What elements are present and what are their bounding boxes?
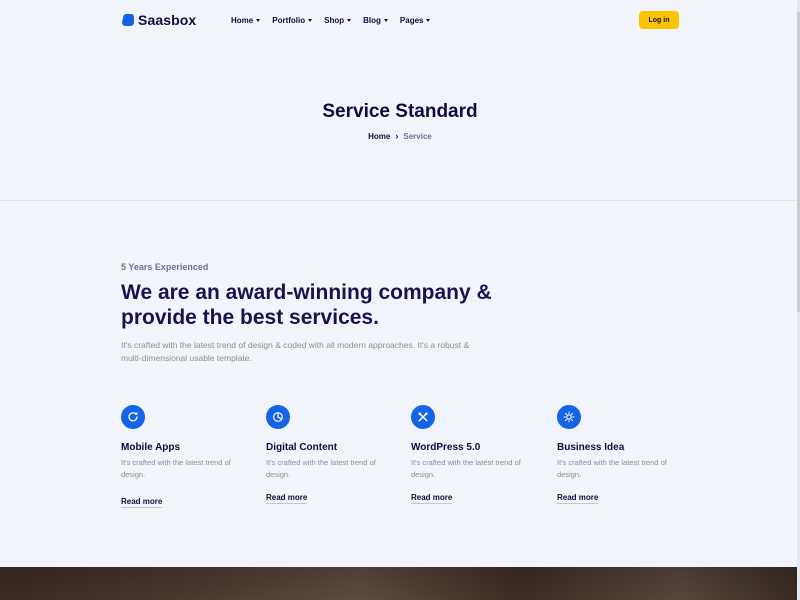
service-title: WordPress 5.0 (411, 442, 481, 453)
nav-item-label: Blog (363, 15, 381, 25)
service-card-digital-content: Digital Content It's crafted with the la… (266, 405, 396, 505)
read-more-link[interactable]: Read more (411, 493, 453, 504)
main-nav: Home Portfolio Shop Blog Pages (231, 14, 431, 26)
service-description: It's crafted with the latest trend of de… (411, 458, 521, 479)
image-shade (0, 567, 800, 600)
nav-item-portfolio[interactable]: Portfolio (272, 15, 313, 25)
section-title: We are an award-winning company & provid… (121, 281, 492, 329)
lightbulb-icon (557, 405, 581, 429)
read-more-link[interactable]: Read more (121, 497, 163, 508)
chevron-right-icon: › (395, 131, 399, 141)
read-more-link[interactable]: Read more (557, 493, 599, 504)
chevron-down-icon (256, 19, 261, 22)
chevron-down-icon (347, 19, 352, 22)
logo-icon (122, 14, 134, 26)
section-divider (0, 200, 800, 201)
section-description: It's crafted with the latest trend of de… (121, 340, 470, 363)
service-card-wordpress: WordPress 5.0 It's crafted with the late… (411, 405, 541, 505)
breadcrumb-current: Service (403, 131, 432, 141)
background-image-section (0, 567, 800, 600)
service-description: It's crafted with the latest trend of de… (557, 458, 667, 479)
read-more-link[interactable]: Read more (266, 493, 308, 504)
logo[interactable]: Saasbox (121, 11, 196, 29)
mobile-app-icon (121, 405, 145, 429)
nav-item-home[interactable]: Home (231, 15, 261, 25)
chevron-down-icon (426, 19, 431, 22)
service-description: It's crafted with the latest trend of de… (121, 458, 231, 479)
service-description: It's crafted with the latest trend of de… (266, 458, 376, 479)
nav-item-label: Portfolio (272, 15, 306, 25)
service-title: Business Idea (557, 442, 625, 453)
breadcrumb-home-link[interactable]: Home (368, 132, 390, 141)
site-header: Saasbox Home Portfolio Shop Blog Pages L… (0, 0, 800, 40)
service-title: Digital Content (266, 442, 338, 453)
nav-item-label: Home (231, 15, 254, 25)
service-title: Mobile Apps (121, 442, 181, 453)
page: Saasbox Home Portfolio Shop Blog Pages L… (0, 0, 800, 600)
chevron-down-icon (308, 19, 313, 22)
chevron-down-icon (383, 19, 388, 22)
login-button[interactable]: Log in (639, 11, 679, 29)
breadcrumb: Home › Service (0, 131, 800, 141)
service-card-mobile-apps: Mobile Apps It's crafted with the latest… (121, 405, 251, 509)
page-title: Service Standard (322, 101, 478, 122)
nav-item-blog[interactable]: Blog (363, 16, 388, 25)
nav-item-label: Shop (324, 15, 345, 25)
service-card-business-idea: Business Idea It's crafted with the late… (557, 405, 687, 505)
nav-item-pages[interactable]: Pages (400, 16, 431, 25)
section-eyebrow: 5 Years Experienced (121, 262, 209, 272)
nav-item-shop[interactable]: Shop (324, 15, 352, 25)
pie-chart-icon (266, 405, 290, 429)
tools-icon (411, 405, 435, 429)
logo-text: Saasbox (138, 12, 197, 28)
nav-item-label: Pages (399, 15, 424, 25)
